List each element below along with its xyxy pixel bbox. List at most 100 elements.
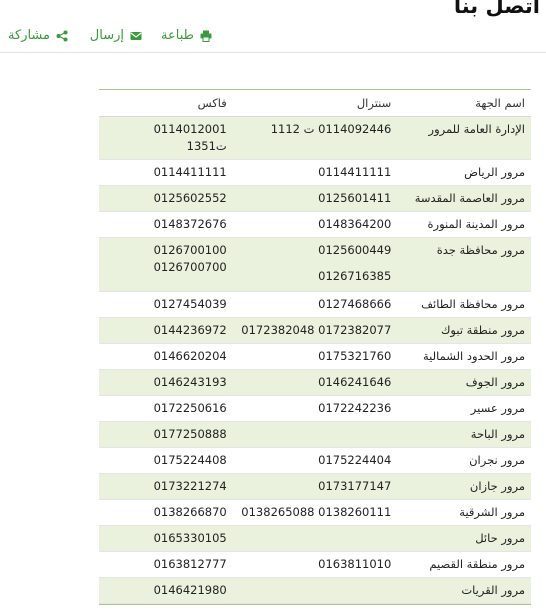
table-row: مرور محافظة الطائف 0127468666 0127454039 [99, 291, 531, 318]
table-row: الإدارة العامة للمرور 0114092446 ت 1112 01… [99, 116, 531, 160]
page-actions: طباعة إرسال مشاركة [0, 28, 534, 50]
fax-number: 0144236972 [153, 323, 227, 337]
cell-fax: 0126700100 0126700700 [99, 237, 233, 292]
cell-central: 0173177147 [232, 473, 398, 500]
print-button[interactable]: طباعة [161, 28, 212, 43]
table-row: مرور القريات 0146421980 [99, 577, 531, 604]
actions-divider [0, 52, 546, 53]
cell-name: مرور الجوف [397, 369, 531, 396]
table-header-row: اسم الجهة سنترال فاكس [99, 90, 531, 117]
cell-fax: 0125602552 [99, 185, 233, 212]
header-name: اسم الجهة [397, 90, 531, 117]
table-row: مرور حائل 0165330105 [99, 525, 531, 552]
cell-central [232, 525, 398, 552]
central-number: 0146241646 [318, 375, 392, 389]
table-row: مرور محافظة جدة 0125600449 0126716385 01267… [99, 237, 531, 292]
table-row: مرور المدينة المنورة 0148364200 0148372676 [99, 211, 531, 238]
central-number: 0172242236 [318, 401, 392, 415]
fax-number: 0173221274 [153, 479, 227, 493]
fax-number: 0146243193 [153, 375, 227, 389]
fax-number: 0125602552 [153, 191, 227, 205]
fax-number: 0175224408 [153, 453, 227, 467]
cell-name: مرور القريات [397, 577, 531, 604]
cell-name: مرور الحدود الشمالية [397, 343, 531, 370]
cell-name: مرور جازان [397, 473, 531, 500]
cell-fax: 0127454039 [99, 291, 233, 318]
cell-name: مرور حائل [397, 525, 531, 552]
cell-name: مرور منطقة تبوك [397, 317, 531, 344]
central-number: 0114092446 ت 1112 [270, 122, 392, 136]
cell-name: مرور نجران [397, 447, 531, 474]
page-title: اتصل بنا [453, 0, 540, 18]
print-label: طباعة [161, 28, 194, 43]
central-number: 0163811010 [318, 557, 392, 571]
fax-number: 0114012001 [153, 122, 227, 136]
cell-fax: 0138266870 [99, 499, 233, 526]
cell-central: 0172242236 [232, 395, 398, 422]
cell-central: 0175321760 [232, 343, 398, 370]
table-row: مرور الشرقية 0138260111 0138265088 0138266… [99, 499, 531, 526]
central-number: 0175224404 [318, 453, 392, 467]
table-row: مرور الباحة 0177250888 [99, 421, 531, 448]
cell-fax: 0146421980 [99, 577, 233, 604]
table-row: مرور عسير 0172242236 0172250616 [99, 395, 531, 422]
cell-name: مرور محافظة الطائف [397, 291, 531, 318]
cell-central: 0163811010 [232, 551, 398, 578]
cell-name: مرور عسير [397, 395, 531, 422]
fax-number: 0126700700 [153, 260, 227, 274]
central-number: 0127468666 [318, 297, 392, 311]
share-icon [56, 30, 68, 42]
table-row: مرور جازان 0173177147 0173221274 [99, 473, 531, 500]
fax-number: 0146620204 [153, 349, 227, 363]
fax-number: 0163812777 [153, 557, 227, 571]
fax-number: 0146421980 [153, 583, 227, 597]
cell-central: 0125600449 0126716385 [232, 237, 398, 292]
cell-name: مرور الرياض [397, 159, 531, 186]
cell-fax: 0163812777 [99, 551, 233, 578]
cell-fax: 0172250616 [99, 395, 233, 422]
table-row: مرور منطقة تبوك 0172382077 0172382048 0144… [99, 317, 531, 344]
print-icon [200, 30, 212, 42]
cell-fax: 0144236972 [99, 317, 233, 344]
central-number: 0125601411 [318, 191, 392, 205]
table-row: مرور نجران 0175224404 0175224408 [99, 447, 531, 474]
cell-fax: 0177250888 [99, 421, 233, 448]
fax-number: 0172250616 [153, 401, 227, 415]
cell-central: 0138260111 0138265088 [232, 499, 398, 526]
fax-number: 0138266870 [153, 505, 227, 519]
fax-number: 0114411111 [153, 165, 227, 179]
central-number: 0138260111 0138265088 [241, 505, 392, 519]
central-number: 0114411111 [318, 165, 392, 179]
central-number: 0125600449 [318, 243, 392, 257]
cell-central: 0125601411 [232, 185, 398, 212]
cell-fax: 0146243193 [99, 369, 233, 396]
cell-name: مرور الشرقية [397, 499, 531, 526]
fax-number: 0165330105 [153, 531, 227, 545]
cell-central [232, 577, 398, 604]
central-number: 0173177147 [318, 479, 392, 493]
table-row: مرور الرياض 0114411111 0114411111 [99, 159, 531, 186]
cell-central: 0146241646 [232, 369, 398, 396]
cell-central: 0172382077 0172382048 [232, 317, 398, 344]
header-central: سنترال [232, 90, 398, 117]
cell-fax: 0148372676 [99, 211, 233, 238]
fax-number: ت1351 [186, 139, 227, 153]
table-row: مرور منطقة القصيم 0163811010 0163812777 [99, 551, 531, 578]
central-number: 0172382077 0172382048 [241, 323, 392, 337]
fax-number: 0126700100 [153, 243, 227, 257]
contacts-table-wrapper: اسم الجهة سنترال فاكس الإدارة العامة للم… [99, 89, 531, 605]
fax-number: 0127454039 [153, 297, 227, 311]
share-button[interactable]: مشاركة [8, 28, 68, 43]
send-button[interactable]: إرسال [90, 28, 142, 43]
cell-name: مرور العاصمة المقدسة [397, 185, 531, 212]
cell-central: 0175224404 [232, 447, 398, 474]
send-label: إرسال [89, 28, 124, 43]
cell-fax: 0173221274 [99, 473, 233, 500]
fax-number: 0177250888 [153, 427, 227, 441]
cell-central: 0114411111 [232, 159, 398, 186]
cell-name: الإدارة العامة للمرور [397, 116, 531, 160]
contacts-table: اسم الجهة سنترال فاكس الإدارة العامة للم… [99, 90, 531, 604]
table-row: مرور الحدود الشمالية 0175321760 0146620204 [99, 343, 531, 370]
cell-name: مرور محافظة جدة [397, 237, 531, 292]
cell-fax: 0165330105 [99, 525, 233, 552]
